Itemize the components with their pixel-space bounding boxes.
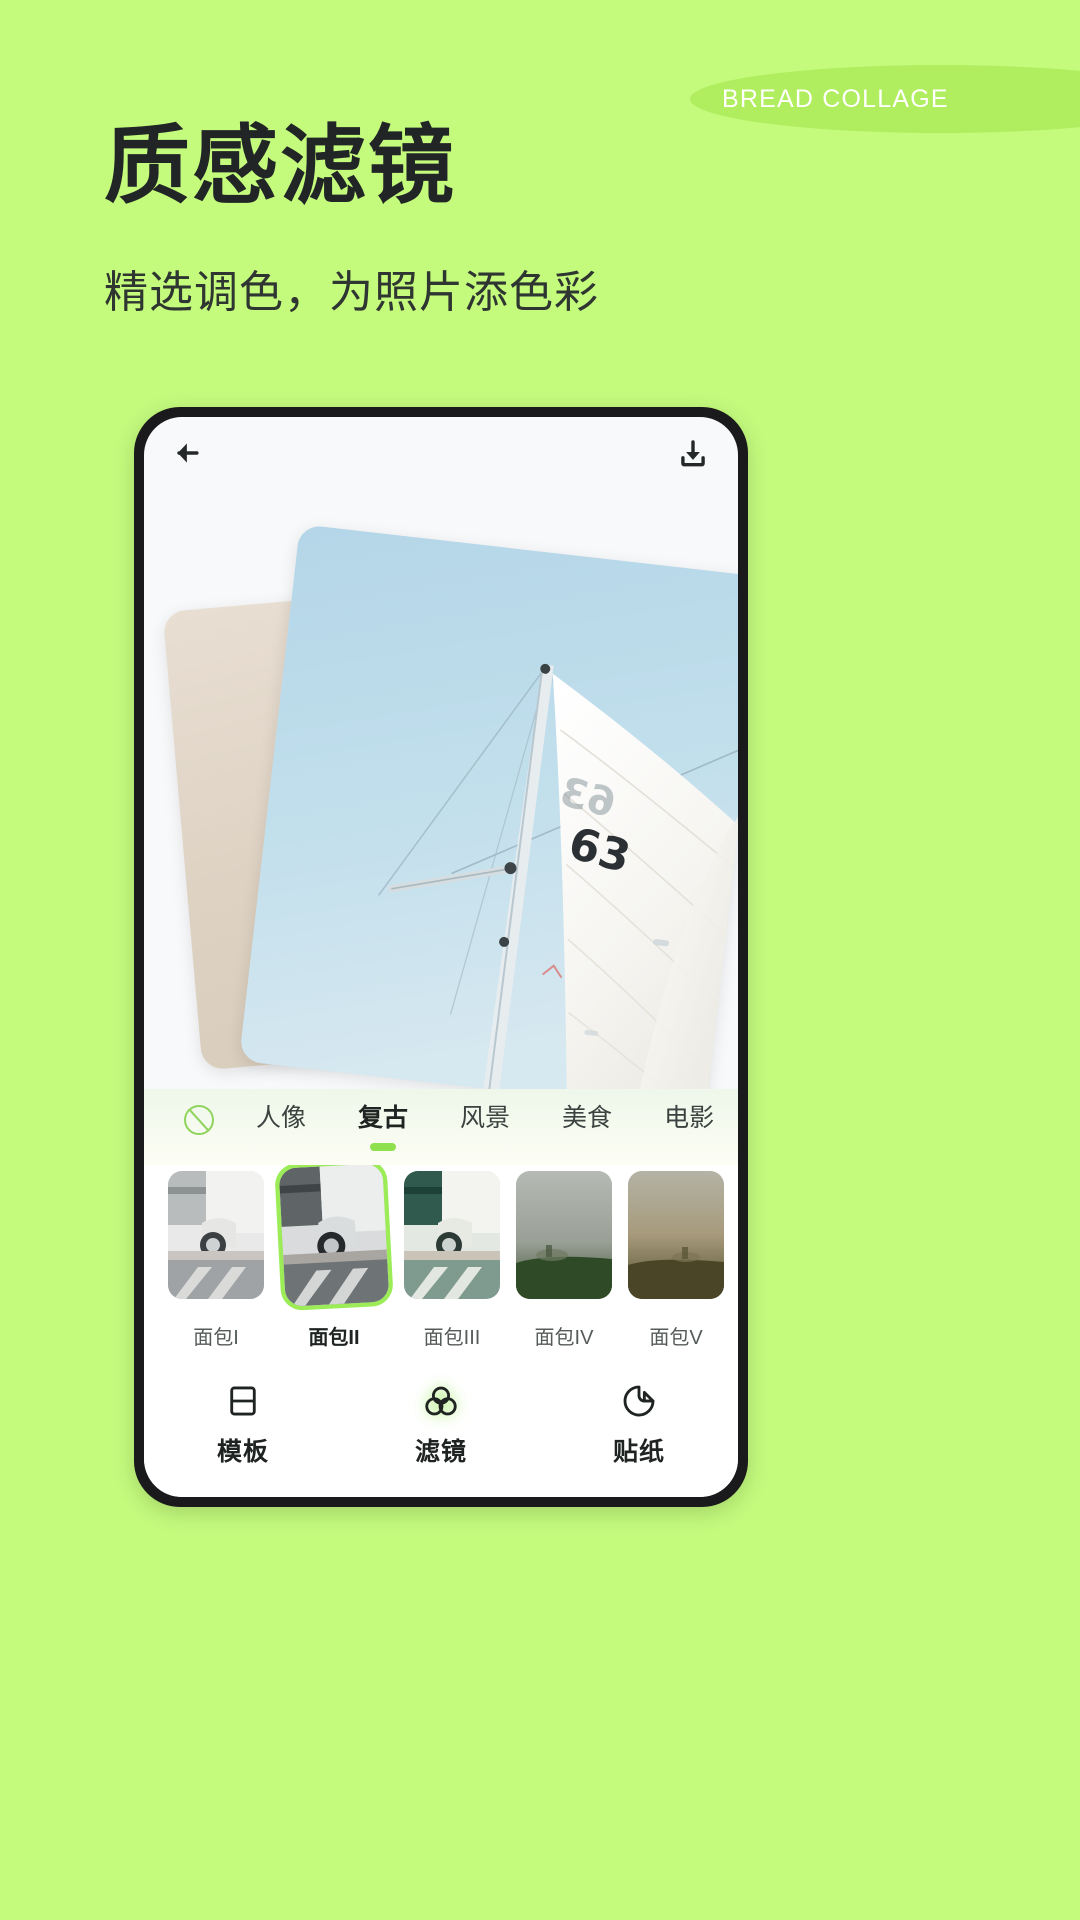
filter-label: 面包II	[308, 1327, 360, 1349]
filter-circles-icon	[425, 1386, 457, 1416]
filter-thumbnail	[516, 1171, 612, 1299]
nav-label: 贴纸	[612, 1438, 665, 1466]
filter-item[interactable]: 面包II	[278, 1165, 390, 1350]
sailboat-photo: 63 63	[238, 524, 738, 1089]
collage-canvas[interactable]: 63 63	[144, 489, 738, 1089]
filter-thumbnail	[168, 1171, 264, 1299]
filter-label: 面包I	[193, 1327, 239, 1349]
filter-label: 面包V	[649, 1327, 703, 1349]
filter-strip[interactable]: 面包I 面包II 面包III 面包IV 面包V	[144, 1165, 738, 1365]
nav-label: 模板	[216, 1438, 269, 1466]
nav-label: 滤镜	[414, 1438, 467, 1466]
filter-category-label: 风景	[460, 1104, 511, 1132]
arrow-left-icon	[177, 443, 199, 463]
filter-label: 面包IV	[534, 1327, 594, 1349]
no-filter-icon	[184, 1105, 214, 1135]
nav-item-template[interactable]: 模板	[144, 1382, 342, 1468]
filter-category-label: 电影	[664, 1104, 715, 1132]
filter-category-label: 人像	[256, 1104, 307, 1132]
filter-category-tab[interactable]: 风景	[434, 1103, 536, 1133]
page-title: 质感滤镜	[104, 116, 456, 216]
filter-category-tab[interactable]: 美食	[536, 1103, 638, 1133]
filter-thumbnail	[628, 1171, 724, 1299]
download-icon	[681, 440, 705, 467]
photo-card-front[interactable]: 63 63	[238, 524, 738, 1089]
page-subtitle: 精选调色，为照片添色彩	[104, 268, 599, 318]
headline-block: 质感滤镜 精选调色，为照片添色彩	[104, 118, 1004, 320]
filter-item[interactable]: 面包IV	[516, 1171, 612, 1350]
filter-thumbnail	[404, 1171, 500, 1299]
filter-category-tab[interactable]: 电影	[638, 1103, 738, 1133]
filter-label: 面包III	[423, 1327, 481, 1349]
phone-mockup: 63 63 人像 复古 风景 美食 电影 面包I 面包II 面包III 面包IV…	[134, 407, 748, 1507]
filter-item[interactable]: 面包V	[628, 1171, 724, 1350]
filter-item[interactable]: 面包I	[168, 1171, 264, 1350]
download-button[interactable]	[676, 436, 710, 470]
nav-item-filter[interactable]: 滤镜	[342, 1382, 540, 1468]
filter-thumbnail	[278, 1165, 390, 1307]
promo-badge-label: BREAD COLLAGE	[722, 84, 949, 113]
bottom-nav[interactable]: 模板 滤镜 贴纸	[144, 1365, 738, 1497]
template-grid-icon	[230, 1386, 256, 1416]
filter-item[interactable]: 面包III	[404, 1171, 500, 1350]
filter-category-label: 复古	[358, 1104, 409, 1132]
filter-category-label: 美食	[562, 1104, 613, 1132]
app-topbar	[144, 417, 738, 489]
no-filter-button[interactable]	[168, 1103, 230, 1135]
back-button[interactable]	[172, 436, 206, 470]
nav-item-sticker[interactable]: 贴纸	[540, 1382, 738, 1468]
filter-category-bar[interactable]: 人像 复古 风景 美食 电影 黑白	[144, 1089, 738, 1165]
filter-category-tab[interactable]: 人像	[230, 1103, 332, 1133]
filter-category-tab[interactable]: 复古	[332, 1103, 434, 1151]
active-indicator	[370, 1143, 397, 1151]
sticker-icon	[623, 1385, 655, 1417]
phone-screen: 63 63 人像 复古 风景 美食 电影 面包I 面包II 面包III 面包IV…	[144, 417, 738, 1497]
